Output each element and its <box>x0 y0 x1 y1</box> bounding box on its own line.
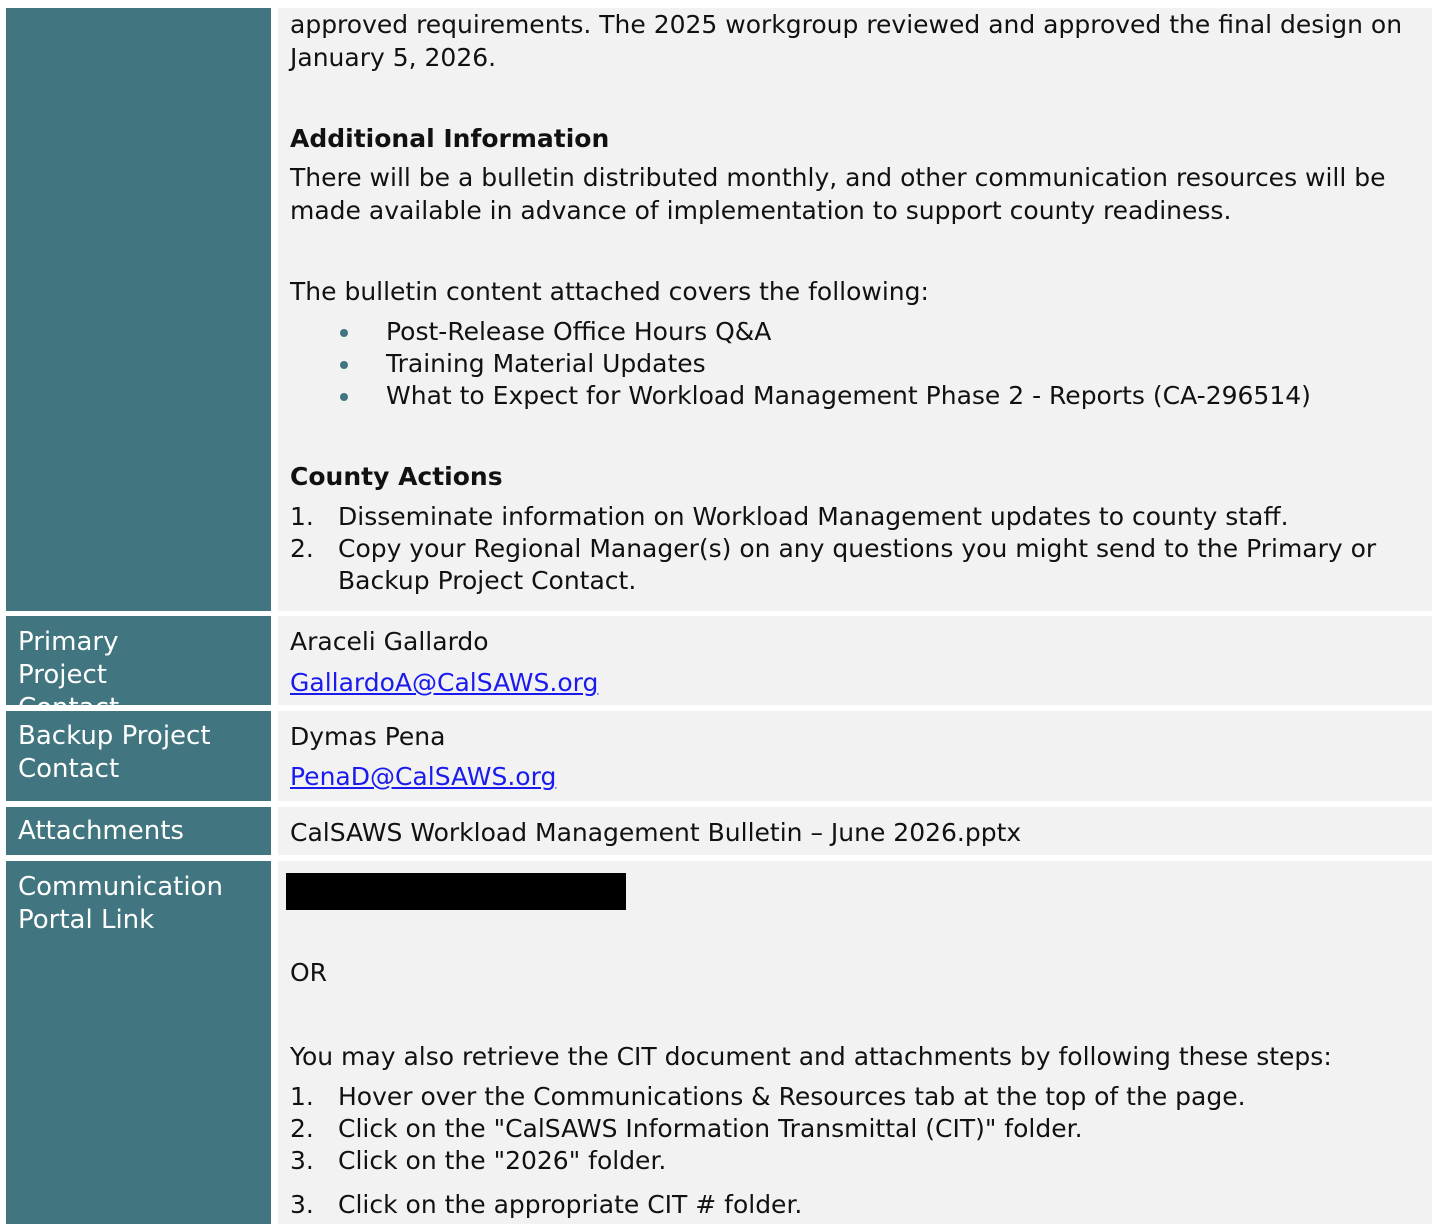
primary-contact-label: Primary Project Contact <box>6 616 271 723</box>
primary-contact-email-link[interactable]: GallardoA@CalSAWS.org <box>290 668 598 697</box>
description-label-cell <box>6 8 271 611</box>
redacted-link-block <box>286 873 626 910</box>
list-text: Disseminate information on Workload Mana… <box>338 502 1289 531</box>
county-actions-heading: County Actions <box>290 462 503 491</box>
county-actions-list: 1. Disseminate information on Workload Ma… <box>290 501 1420 597</box>
portal-link-label: Communication Portal Link <box>6 861 271 1224</box>
description-row: approved requirements. The 2025 workgrou… <box>0 8 1434 611</box>
bullet-icon <box>340 329 348 337</box>
bulletin-covers-intro: The bulletin content attached covers the… <box>290 277 929 306</box>
additional-info-heading: Additional Information <box>290 124 610 153</box>
list-item: What to Expect for Workload Management P… <box>338 380 1420 412</box>
list-item: 3. Click on the "2026" folder. <box>290 1145 1410 1177</box>
backup-contact-cell: Dymas Pena PenaD@CalSAWS.org <box>278 711 1432 801</box>
bullet-icon <box>340 393 348 401</box>
bullet-text: What to Expect for Workload Management P… <box>386 381 1311 410</box>
list-number: 2. <box>290 534 314 563</box>
or-text: OR <box>290 958 328 987</box>
bulletin-topics-list: Post-Release Office Hours Q&A Training M… <box>290 316 1420 412</box>
description-content-cell: approved requirements. The 2025 workgrou… <box>278 8 1432 611</box>
list-number: 1. <box>290 502 314 531</box>
list-item: 2. Click on the "CalSAWS Information Tran… <box>290 1113 1410 1145</box>
bullet-icon <box>340 361 348 369</box>
additional-info-body: There will be a bulletin distributed mon… <box>290 163 1386 225</box>
list-text: Hover over the Communications & Resource… <box>338 1082 1246 1111</box>
list-text: Click on the appropriate CIT # folder. <box>338 1190 803 1219</box>
list-item: 1. Disseminate information on Workload Ma… <box>290 501 1420 533</box>
backup-contact-row: Backup Project Contact Dymas Pena PenaD@… <box>0 711 1434 801</box>
attachments-cell: CalSAWS Workload Management Bulletin – J… <box>278 807 1432 855</box>
attachments-row: Attachments CalSAWS Workload Management … <box>0 807 1434 855</box>
intro-text: approved requirements. The 2025 workgrou… <box>290 10 1403 72</box>
list-number: 2. <box>290 1114 314 1143</box>
list-item: Training Material Updates <box>338 348 1420 380</box>
primary-contact-cell: Araceli Gallardo GallardoA@CalSAWS.org <box>278 616 1432 705</box>
backup-contact-email-link[interactable]: PenaD@CalSAWS.org <box>290 762 556 791</box>
list-number: 3. <box>290 1190 314 1219</box>
list-number: 1. <box>290 1082 314 1111</box>
retrieval-steps-list: 1. Hover over the Communications & Resour… <box>290 1081 1410 1221</box>
list-text: Click on the "CalSAWS Information Transm… <box>338 1114 1083 1143</box>
backup-contact-name: Dymas Pena <box>290 722 446 751</box>
list-item: 1. Hover over the Communications & Resour… <box>290 1081 1410 1113</box>
list-number: 3. <box>290 1146 314 1175</box>
attachment-filename: CalSAWS Workload Management Bulletin – J… <box>290 818 1022 847</box>
list-item: 3. Click on the appropriate CIT # folder. <box>290 1189 1410 1221</box>
list-text: Copy your Regional Manager(s) on any que… <box>338 534 1377 595</box>
steps-intro: You may also retrieve the CIT document a… <box>290 1042 1332 1071</box>
primary-contact-name: Araceli Gallardo <box>290 627 489 656</box>
attachments-label: Attachments <box>6 807 271 855</box>
primary-contact-row: Primary Project Contact Araceli Gallardo… <box>0 616 1434 723</box>
portal-link-cell: OR You may also retrieve the CIT documen… <box>278 861 1432 1224</box>
bullet-text: Post-Release Office Hours Q&A <box>386 317 772 346</box>
portal-link-row: Communication Portal Link OR You may als… <box>0 861 1434 1224</box>
list-text: Click on the "2026" folder. <box>338 1146 667 1175</box>
list-item: Post-Release Office Hours Q&A <box>338 316 1420 348</box>
list-item: 2. Copy your Regional Manager(s) on any q… <box>290 533 1408 597</box>
backup-contact-label: Backup Project Contact <box>6 711 271 801</box>
bullet-text: Training Material Updates <box>386 349 706 378</box>
